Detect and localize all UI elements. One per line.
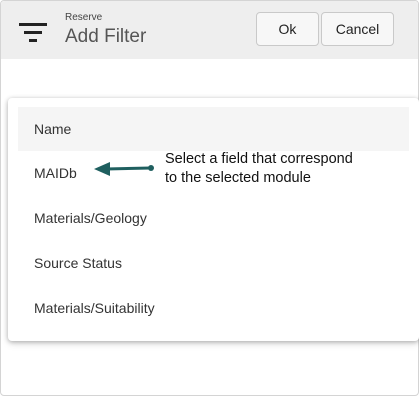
dialog-title: Add Filter bbox=[65, 26, 147, 47]
ok-button[interactable]: Ok bbox=[256, 12, 319, 46]
cancel-button[interactable]: Cancel bbox=[321, 12, 394, 46]
field-dropdown-menu: Name MAIDb Materials/Geology Source Stat… bbox=[8, 98, 419, 341]
dialog-subtitle: Reserve bbox=[65, 12, 103, 23]
menu-item-source-status[interactable]: Source Status bbox=[18, 241, 409, 285]
annotation-line-1: Select a field that correspond bbox=[165, 151, 353, 167]
menu-item-name[interactable]: Name bbox=[18, 107, 409, 151]
annotation-text: Select a field that correspond to the se… bbox=[165, 150, 405, 188]
filter-icon bbox=[19, 23, 47, 42]
menu-item-materials-suitability[interactable]: Materials/Suitability bbox=[18, 286, 409, 330]
dialog-header: Reserve Add Filter Ok Cancel bbox=[1, 1, 418, 59]
annotation-line-2: to the selected module bbox=[165, 170, 311, 186]
menu-item-materials-geology[interactable]: Materials/Geology bbox=[18, 196, 409, 240]
annotation-arrow-icon bbox=[94, 162, 154, 176]
